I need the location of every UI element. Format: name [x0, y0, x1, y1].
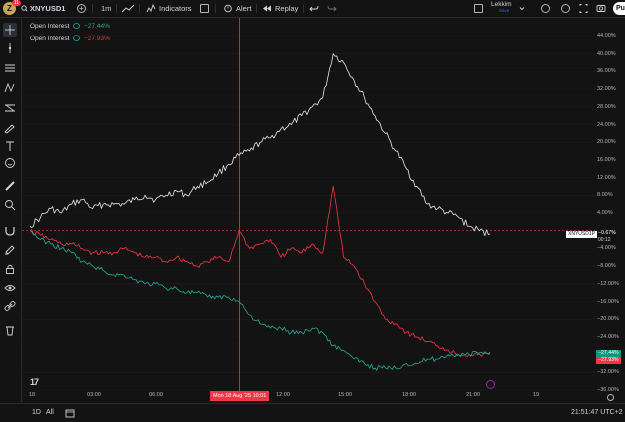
price-tick-label: −36.00%: [597, 387, 619, 393]
price-tick-label: 36.00%: [597, 68, 616, 75]
utc-clock[interactable]: 21:51:47 UTC+2: [571, 408, 623, 418]
time-scale[interactable]: 18 03:00 06:00 12:00 15:00 18:00 21:00 19: [22, 391, 595, 402]
chart-type-icon[interactable]: [121, 0, 135, 17]
brush-tool-icon[interactable]: [3, 121, 17, 135]
separator: [139, 4, 140, 13]
layouts-grid-icon[interactable]: [200, 4, 209, 13]
pattern-tool-icon[interactable]: [3, 81, 17, 95]
top-toolbar: Z 11 XNYUSD1 + 1m Indicators Alert Repla…: [0, 0, 625, 18]
search-icon[interactable]: [21, 0, 28, 17]
series-line-xnyusd1: [29, 53, 491, 236]
range-all-button[interactable]: All: [46, 408, 54, 418]
price-tick-label: −20.00%: [597, 316, 619, 323]
camera-snapshot-icon[interactable]: [596, 0, 606, 17]
price-tick-label: −12.00%: [597, 280, 619, 287]
price-tick-label: 12.00%: [597, 174, 616, 181]
price-tick-label: 8.00%: [597, 192, 613, 199]
crosshair-tool-icon[interactable]: [3, 23, 17, 37]
price-tick-label: 28.00%: [597, 103, 616, 110]
magnet-icon[interactable]: [3, 223, 17, 237]
price-tick-label: 24.00%: [597, 121, 616, 128]
ruler-icon[interactable]: [3, 179, 17, 193]
separator: [92, 4, 93, 13]
series-line-open-interest-red: [29, 186, 491, 357]
notification-badge: 11: [12, 0, 21, 6]
chart-canvas[interactable]: [22, 18, 595, 391]
layout-save-status[interactable]: Save: [499, 8, 509, 14]
symbol-search-button[interactable]: XNYUSD1: [30, 0, 65, 17]
red-series-tag: −27.93%: [596, 357, 621, 364]
trend-line-tool-icon[interactable]: [3, 41, 17, 55]
time-tick-label: 18:00: [402, 392, 416, 398]
bar-countdown: 00:12: [597, 237, 612, 244]
series-line-open-interest-green: [29, 230, 491, 371]
separator: [303, 4, 304, 13]
indicators-button[interactable]: Indicators: [159, 0, 192, 17]
price-tick-label: −16.00%: [597, 298, 619, 305]
price-tick-label: 32.00%: [597, 86, 616, 93]
symbol-price-tag: XNYUSD1P: [566, 231, 597, 238]
price-tick-label: 20.00%: [597, 139, 616, 146]
publish-button[interactable]: Pu: [613, 2, 625, 15]
price-scale[interactable]: 44.00% 40.00% 36.00% 32.00% 28.00% 24.00% 20.0…: [595, 18, 625, 393]
replay-icon[interactable]: [262, 0, 272, 17]
add-symbol-plus: +: [79, 4, 84, 13]
text-tool-icon[interactable]: [3, 139, 17, 153]
trash-icon[interactable]: [3, 323, 17, 337]
scale-settings-gear-icon[interactable]: [607, 394, 614, 401]
range-1d-button[interactable]: 1D: [32, 408, 41, 418]
separator: [256, 4, 257, 13]
price-tick-label: 44.00%: [597, 33, 616, 39]
layout-chevron-down-icon[interactable]: [519, 0, 525, 17]
avatar-letter: Z: [7, 4, 12, 13]
crosshair-time-label: Mon 18 Aug '25 10:01: [210, 391, 270, 401]
undo-icon[interactable]: [309, 0, 319, 17]
time-tick-label: 06:00: [149, 392, 163, 398]
green-series-tag: −27.44%: [596, 350, 621, 357]
eye-icon[interactable]: [3, 281, 17, 295]
tradingview-logo: 17: [30, 377, 39, 387]
date-range-calendar-icon[interactable]: [65, 408, 75, 422]
quick-search-icon[interactable]: [541, 4, 550, 13]
replay-button[interactable]: Replay: [275, 0, 298, 17]
price-tick-label: 40.00%: [597, 50, 616, 57]
layout-select-icon[interactable]: [474, 4, 483, 13]
zoom-in-icon[interactable]: [3, 198, 17, 212]
stay-drawing-icon[interactable]: [3, 242, 17, 256]
interval-button[interactable]: 1m: [101, 0, 111, 17]
fullscreen-icon[interactable]: [579, 0, 588, 17]
separator: [116, 4, 117, 13]
alert-button[interactable]: Alert: [236, 0, 251, 17]
price-tick-label: −24.00%: [597, 333, 619, 340]
time-tick-label: 18: [28, 392, 36, 398]
emoji-icon[interactable]: [3, 156, 17, 170]
horizontal-lines-tool-icon[interactable]: [3, 61, 17, 75]
price-tick-label: 16.00%: [597, 156, 616, 163]
price-tick-label: 4.00%: [597, 210, 613, 216]
projection-tool-icon[interactable]: [3, 101, 17, 115]
time-tick-label: 03:00: [87, 392, 101, 398]
lock-icon[interactable]: [3, 262, 17, 276]
time-tick-label: 19: [532, 392, 540, 398]
time-tick-label: 12:00: [276, 392, 290, 398]
price-tick-label: −32.00%: [597, 369, 619, 376]
drawing-toolbar: [0, 18, 22, 402]
symbol-price-value: −0.67%: [597, 230, 617, 237]
bottom-toolbar: 1D All 21:51:47 UTC+2: [0, 403, 625, 422]
indicators-icon[interactable]: [146, 0, 156, 17]
redo-icon[interactable]: [327, 0, 337, 17]
time-tick-label: 15:00: [338, 392, 352, 398]
separator: [215, 4, 216, 13]
time-tick-label: 21:00: [466, 392, 480, 398]
go-to-realtime-icon[interactable]: [486, 380, 495, 389]
link-icon[interactable]: [3, 299, 17, 313]
price-tick-label: −8.00%: [597, 263, 616, 270]
price-tick-label: −4.00%: [597, 245, 616, 252]
settings-gear-icon[interactable]: [561, 4, 570, 13]
alert-clock-icon[interactable]: [223, 0, 233, 17]
